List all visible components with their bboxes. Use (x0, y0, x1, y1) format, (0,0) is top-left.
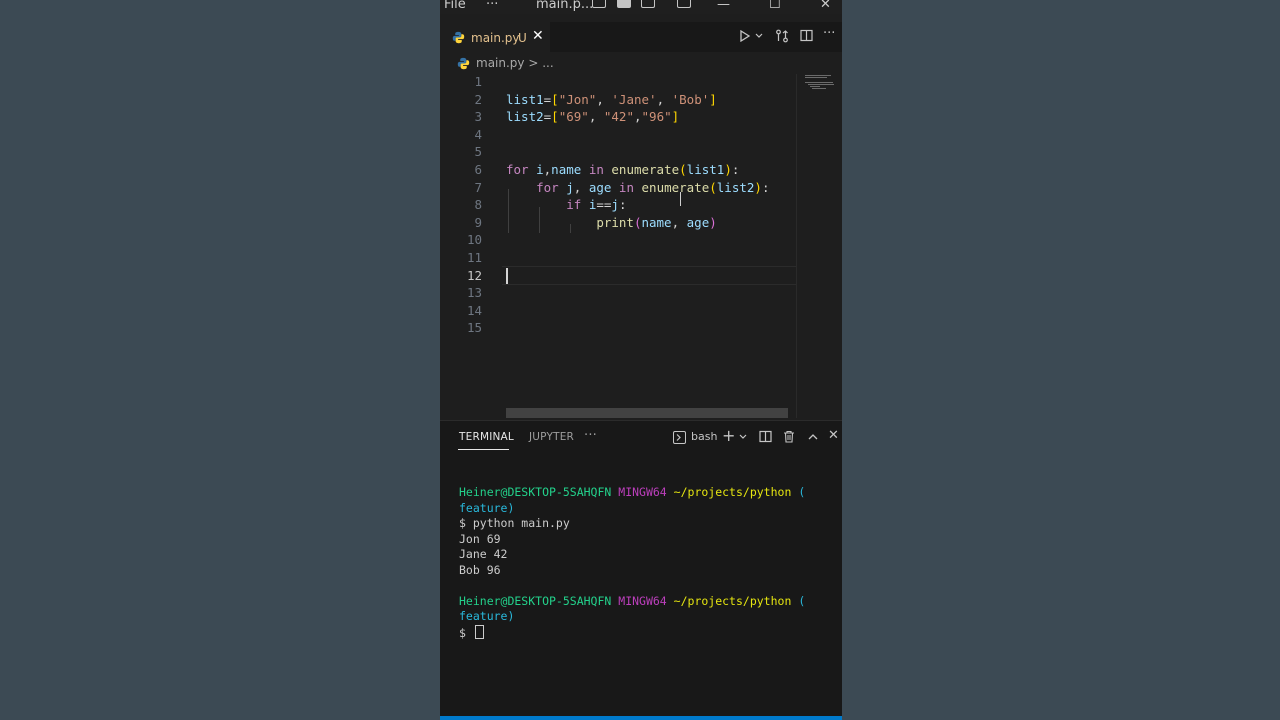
minimap-preview (805, 75, 834, 89)
terminal-dropdown-chevron-icon[interactable] (739, 434, 747, 440)
line-number: 3 (474, 109, 482, 125)
breadcrumb-python-icon (457, 57, 470, 70)
terminal-output[interactable]: Heiner@DESKTOP-5SAHQFN MINGW64 ~/project… (459, 485, 839, 640)
breadcrumb: main.py > ... (440, 52, 842, 74)
line-number: 5 (474, 144, 482, 160)
line-number: 2 (474, 91, 482, 107)
tab-close-icon[interactable]: ✕ (532, 28, 544, 44)
tab-terminal[interactable]: TERMINAL (459, 431, 514, 443)
panel-more-icon[interactable]: ··· (584, 428, 597, 443)
line-number: 4 (474, 126, 482, 142)
mouse-ibeam-cursor (680, 192, 681, 206)
line-number: 14 (466, 302, 482, 318)
close-window-icon[interactable]: ✕ (820, 0, 831, 12)
code-line-8: if i==j: (566, 197, 627, 213)
code-line-7: for j, age in enumerate(list2): (536, 179, 770, 195)
line-number: 13 (466, 285, 482, 301)
terminal-branch-line: feature) (459, 500, 515, 515)
new-terminal-icon[interactable]: + (722, 426, 735, 445)
code-line-9: print(name, age) (596, 214, 717, 230)
line-number: 8 (474, 197, 482, 213)
terminal-output-line: Jon 69 (459, 531, 501, 546)
title-bar: File ··· main.p... — ☐ ✕ (440, 0, 842, 14)
active-tab-underline (458, 449, 509, 450)
toggle-panel-icon[interactable] (617, 0, 631, 8)
menu-file[interactable]: File (444, 0, 466, 12)
terminal-cursor (474, 624, 484, 639)
terminal-branch-line: feature) (459, 609, 515, 623)
terminal-prompt-line: Heiner@DESKTOP-5SAHQFN MINGW64 ~/project… (459, 593, 806, 608)
window-title: main.p... (536, 0, 594, 12)
bottom-panel: TERMINAL JUPYTER ··· bash + ✕ Heiner@DES… (440, 420, 842, 720)
minimize-icon[interactable]: — (717, 0, 730, 12)
tab-untracked-badge: U (518, 31, 527, 45)
horizontal-scrollbar[interactable] (506, 408, 788, 418)
close-panel-icon[interactable]: ✕ (828, 428, 839, 443)
tab-filename: main.py (471, 31, 520, 45)
maximize-icon[interactable]: ☐ (769, 0, 781, 12)
split-terminal-icon[interactable] (759, 430, 772, 443)
terminal-prompt-line: Heiner@DESKTOP-5SAHQFN MINGW64 ~/project… (459, 485, 806, 499)
line-number: 11 (466, 250, 482, 265)
line-number: 9 (474, 214, 482, 230)
terminal-icon (673, 431, 686, 444)
tab-jupyter[interactable]: JUPYTER (529, 431, 574, 443)
line-number: 12 (466, 267, 482, 283)
tab-main-py[interactable]: main.py U ✕ (440, 22, 550, 53)
python-file-icon (452, 31, 465, 44)
line-number: 6 (474, 162, 482, 177)
code-line-3: list2=["69", "42","96"] (506, 109, 680, 125)
breadcrumb-text[interactable]: main.py > ... (476, 56, 554, 70)
line-number: 1 (474, 74, 482, 89)
line-number: 10 (466, 232, 482, 248)
run-python-icon[interactable] (739, 30, 751, 42)
terminal-output-line: Bob 96 (459, 562, 501, 577)
toggle-secondary-sidebar-icon[interactable] (641, 0, 655, 8)
menu-more[interactable]: ··· (486, 0, 498, 12)
terminal-output-line: Jane 42 (459, 547, 508, 561)
line-number: 15 (466, 320, 482, 336)
minimap[interactable] (796, 74, 842, 418)
maximize-panel-chevron-up-icon[interactable] (808, 433, 818, 440)
terminal-shell-label[interactable]: bash (691, 430, 717, 443)
terminal-input-line: $ (459, 624, 839, 641)
split-editor-icon[interactable] (800, 29, 813, 42)
run-dropdown-chevron-icon[interactable] (755, 33, 763, 39)
vscode-window: File ··· main.p... — ☐ ✕ main.py U ✕ ···… (440, 0, 842, 720)
toggle-sidebar-icon[interactable] (592, 0, 606, 8)
editor-more-actions-icon[interactable]: ··· (823, 26, 835, 41)
kill-terminal-icon[interactable] (783, 430, 795, 443)
line-number: 7 (474, 179, 482, 195)
text-caret (506, 268, 508, 284)
accent-bottom-border (440, 716, 842, 720)
current-line-highlight (502, 266, 796, 285)
customize-layout-icon[interactable] (677, 0, 691, 8)
code-line-2: list1=["Jon", 'Jane', 'Bob'] (506, 91, 717, 107)
open-changes-icon[interactable] (775, 29, 789, 43)
code-editor[interactable]: 1 2 3 4 5 6 7 8 9 10 11 12 13 14 15 list1=["Jon", 'Jan… (440, 74, 796, 418)
code-line-6: for i,name in enumerate(list1): (506, 162, 740, 177)
terminal-command-line: $ python main.py (459, 516, 570, 530)
